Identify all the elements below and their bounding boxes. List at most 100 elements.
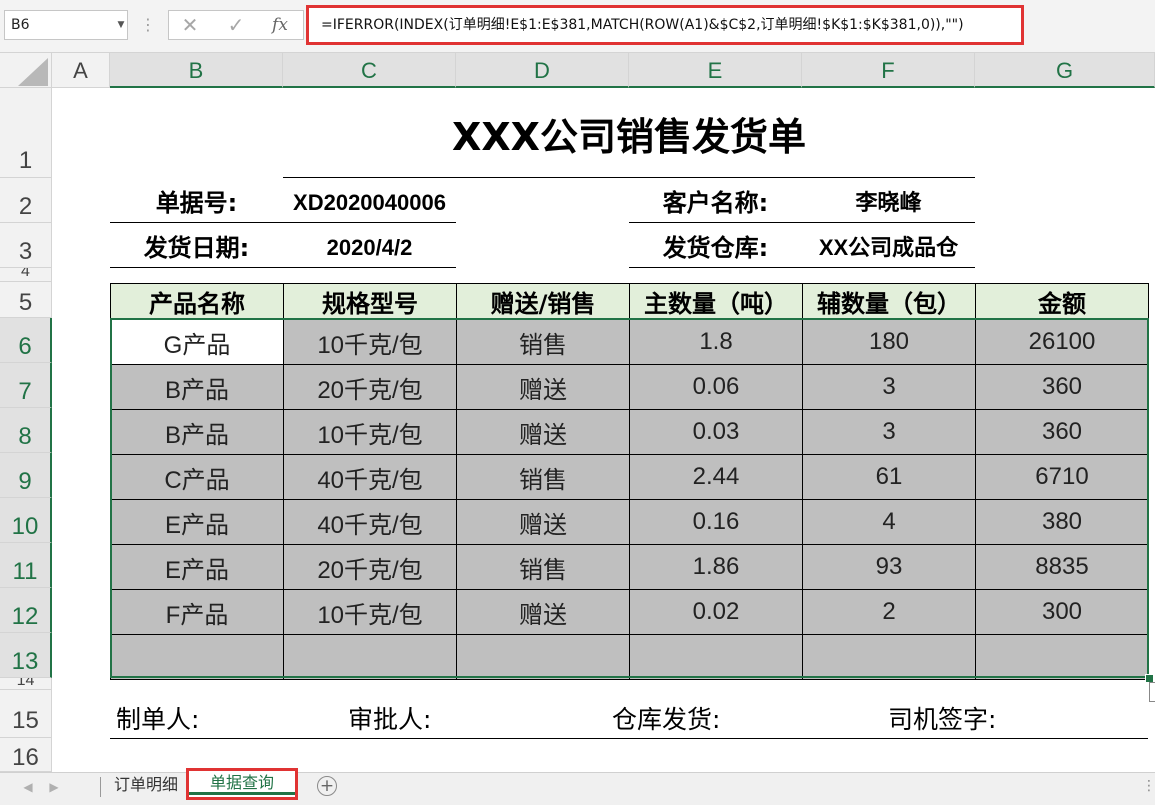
row-header-7[interactable]: 7 <box>0 363 52 408</box>
row-header-14[interactable]: 14 <box>0 678 52 690</box>
row-header-8[interactable]: 8 <box>0 408 52 453</box>
cell-product-name[interactable]: C产品 <box>110 454 284 500</box>
formula-bar-grip-icon[interactable]: ⋮ <box>140 10 156 40</box>
cell-product-name[interactable]: F产品 <box>110 589 284 635</box>
formula-input[interactable]: =IFERROR(INDEX(订单明细!E$1:E$381,MATCH(ROW(… <box>306 5 1024 45</box>
cell-amount[interactable]: 360 <box>975 409 1149 455</box>
cell-product-name[interactable] <box>110 634 284 680</box>
row-header-5[interactable]: 5 <box>0 282 52 318</box>
cell-aux-qty[interactable] <box>802 634 976 680</box>
cell-main-qty[interactable]: 0.02 <box>629 589 803 635</box>
cell-aux-qty[interactable]: 4 <box>802 499 976 545</box>
name-box[interactable]: B6 <box>4 10 128 40</box>
row-header-16[interactable]: 16 <box>0 738 52 772</box>
cell-amount[interactable]: 300 <box>975 589 1149 635</box>
customer-value[interactable]: 李晓峰 <box>802 186 975 220</box>
quick-analysis-icon[interactable] <box>1149 682 1155 702</box>
cell-spec[interactable]: 10千克/包 <box>283 589 457 635</box>
header-main-qty[interactable]: 主数量（吨） <box>629 283 803 320</box>
tab-order-details[interactable]: 订单明细 <box>106 772 186 798</box>
doc-no-value[interactable]: XD2020040006 <box>283 186 456 220</box>
row-header-10[interactable]: 10 <box>0 498 52 543</box>
row-header-15[interactable]: 15 <box>0 690 52 738</box>
header-aux-qty[interactable]: 辅数量（包） <box>802 283 976 320</box>
cell-spec[interactable]: 20千克/包 <box>283 364 457 410</box>
cell-aux-qty[interactable]: 61 <box>802 454 976 500</box>
cell-main-qty[interactable]: 0.06 <box>629 364 803 410</box>
doc-no-label[interactable]: 单据号: <box>110 186 283 220</box>
cell-amount[interactable]: 26100 <box>975 319 1149 365</box>
row-header-2[interactable]: 2 <box>0 178 52 223</box>
signature-approver[interactable]: 审批人: <box>348 700 431 736</box>
cell-main-qty[interactable]: 1.8 <box>629 319 803 365</box>
column-header-a[interactable]: A <box>52 53 110 88</box>
cell-spec[interactable]: 10千克/包 <box>283 409 457 455</box>
cell-aux-qty[interactable]: 3 <box>802 409 976 455</box>
cell-main-qty[interactable]: 2.44 <box>629 454 803 500</box>
column-header-f[interactable]: F <box>802 53 975 88</box>
column-header-g[interactable]: G <box>975 53 1155 88</box>
tab-scroll-right-icon[interactable]: ▶ <box>44 776 64 798</box>
row-header-1[interactable]: 1 <box>0 88 52 178</box>
cell-main-qty[interactable]: 0.03 <box>629 409 803 455</box>
insert-function-icon[interactable]: fx <box>266 10 294 40</box>
cell-amount[interactable] <box>975 634 1149 680</box>
cell-type[interactable]: 销售 <box>456 544 630 590</box>
cell-type[interactable]: 赠送 <box>456 499 630 545</box>
customer-label[interactable]: 客户名称: <box>629 186 802 220</box>
cancel-icon[interactable]: ✕ <box>176 10 204 40</box>
row-header-4[interactable]: 4 <box>0 268 52 282</box>
ship-date-label[interactable]: 发货日期: <box>110 231 283 265</box>
cell-product-name[interactable]: B产品 <box>110 409 284 455</box>
cell-main-qty[interactable] <box>629 634 803 680</box>
row-header-13[interactable]: 13 <box>0 633 52 678</box>
header-amount[interactable]: 金额 <box>975 283 1149 320</box>
cell-product-name[interactable]: E产品 <box>110 499 284 545</box>
warehouse-value[interactable]: XX公司成品仓 <box>802 231 975 265</box>
cell-spec[interactable]: 20千克/包 <box>283 544 457 590</box>
cell-aux-qty[interactable]: 2 <box>802 589 976 635</box>
cell-spec[interactable]: 10千克/包 <box>283 319 457 365</box>
column-header-c[interactable]: C <box>283 53 456 88</box>
cell-amount[interactable]: 8835 <box>975 544 1149 590</box>
header-type[interactable]: 赠送/销售 <box>456 283 630 320</box>
cell-product-name[interactable]: E产品 <box>110 544 284 590</box>
cell-product-name[interactable]: G产品 <box>110 319 284 365</box>
cell-type[interactable]: 赠送 <box>456 409 630 455</box>
signature-driver[interactable]: 司机签字: <box>888 700 996 736</box>
scrollbar-grip-icon[interactable]: ⋮ <box>1142 776 1155 796</box>
cell-spec[interactable] <box>283 634 457 680</box>
cell-aux-qty[interactable]: 3 <box>802 364 976 410</box>
cell-amount[interactable]: 360 <box>975 364 1149 410</box>
row-header-9[interactable]: 9 <box>0 453 52 498</box>
tab-order-query[interactable]: 单据查询 <box>189 771 295 795</box>
row-header-12[interactable]: 12 <box>0 588 52 633</box>
sheet-title[interactable]: XXX公司销售发货单 <box>283 108 975 168</box>
signature-preparer[interactable]: 制单人: <box>116 700 199 736</box>
cell-type[interactable] <box>456 634 630 680</box>
ship-date-value[interactable]: 2020/4/2 <box>283 231 456 265</box>
row-header-3[interactable]: 3 <box>0 223 52 268</box>
cell-type[interactable]: 销售 <box>456 319 630 365</box>
cell-spec[interactable]: 40千克/包 <box>283 454 457 500</box>
cell-aux-qty[interactable]: 180 <box>802 319 976 365</box>
cell-aux-qty[interactable]: 93 <box>802 544 976 590</box>
cell-spec[interactable]: 40千克/包 <box>283 499 457 545</box>
cell-type[interactable]: 赠送 <box>456 364 630 410</box>
column-header-b[interactable]: B <box>110 53 283 88</box>
signature-warehouse[interactable]: 仓库发货: <box>612 700 720 736</box>
warehouse-label[interactable]: 发货仓库: <box>629 231 802 265</box>
cell-amount[interactable]: 6710 <box>975 454 1149 500</box>
header-spec[interactable]: 规格型号 <box>283 283 457 320</box>
row-header-6[interactable]: 6 <box>0 318 52 363</box>
add-sheet-icon[interactable]: + <box>317 776 337 796</box>
column-header-e[interactable]: E <box>629 53 802 88</box>
cell-type[interactable]: 赠送 <box>456 589 630 635</box>
cell-main-qty[interactable]: 0.16 <box>629 499 803 545</box>
enter-icon[interactable]: ✓ <box>222 10 250 40</box>
name-box-dropdown-icon[interactable]: ▼ <box>114 10 128 40</box>
cell-product-name[interactable]: B产品 <box>110 364 284 410</box>
row-header-11[interactable]: 11 <box>0 543 52 588</box>
header-product-name[interactable]: 产品名称 <box>110 283 284 320</box>
cell-amount[interactable]: 380 <box>975 499 1149 545</box>
